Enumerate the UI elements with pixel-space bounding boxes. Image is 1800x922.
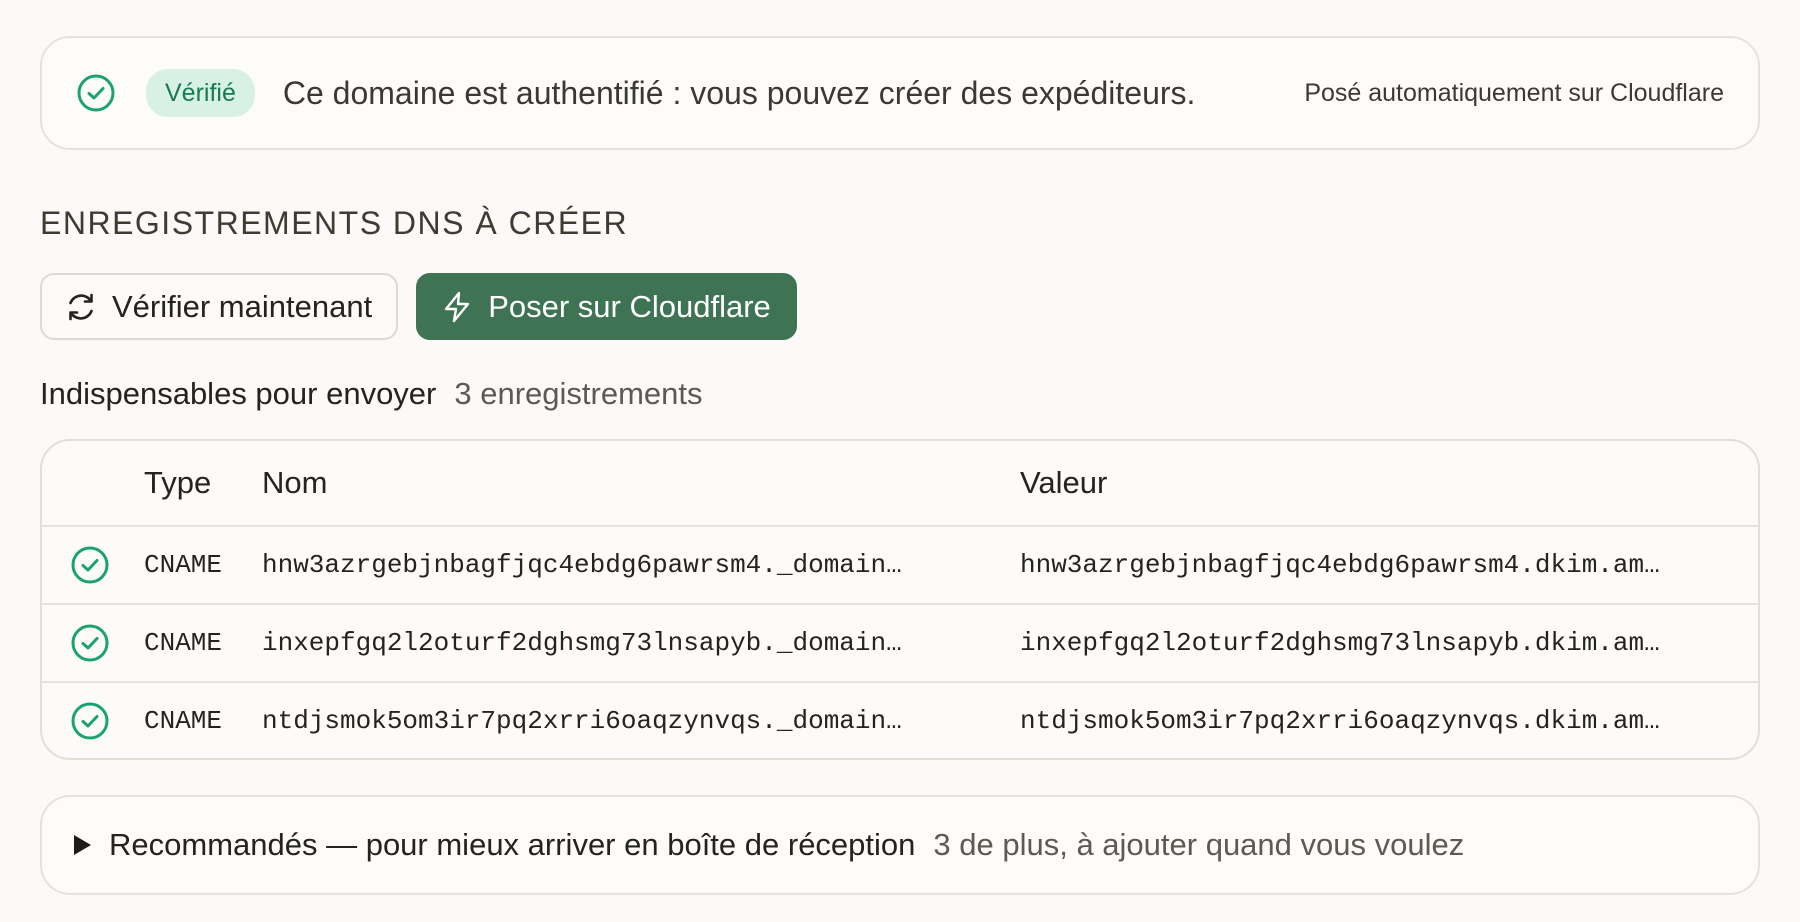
table-row: CNAME hnw3azrgebjnbagfjqc4ebdg6pawrsm4._… [42,525,1758,603]
table-header: Type Nom Valeur [42,441,1758,525]
table-row: CNAME ntdjsmok5om3ir7pq2xrri6oaqzynvqs._… [42,681,1758,758]
check-circle-icon [77,74,115,112]
status-message: Ce domaine est authentifié : vous pouvez… [282,74,1196,111]
group-count: 3 enregistrements [454,376,703,411]
record-name[interactable]: inxepfgq2l2oturf2dghsmg73lnsapyb._domain… [262,628,1020,658]
dns-records-table: Type Nom Valeur CNAME hnw3azrgebjnbagfjq… [40,439,1760,760]
page: Vérifié Ce domaine est authentifié : vou… [0,0,1800,922]
row-status-cell [42,623,144,663]
record-name[interactable]: ntdjsmok5om3ir7pq2xrri6oaqzynvqs._domain… [262,706,1020,736]
check-circle-icon [71,624,109,662]
header-name: Nom [262,465,328,500]
header-value: Valeur [1020,465,1108,500]
status-badge: Vérifié [146,69,255,117]
check-circle-icon [71,546,109,584]
table-row: CNAME inxepfgq2l2oturf2dghsmg73lnsapyb._… [42,603,1758,681]
status-note: Posé automatiquement sur Cloudflare [1304,78,1724,107]
record-value[interactable]: hnw3azrgebjnbagfjqc4ebdg6pawrsm4.dkim.am… [1020,550,1720,580]
record-value[interactable]: inxepfgq2l2oturf2dghsmg73lnsapyb.dkim.am… [1020,628,1720,658]
record-name[interactable]: hnw3azrgebjnbagfjqc4ebdg6pawrsm4._domain… [262,550,1020,580]
group-heading: Indispensables pour envoyer 3 enregistre… [40,376,703,412]
triangle-right-icon [74,835,91,855]
verify-now-label: Vérifier maintenant [112,288,373,324]
action-bar: Vérifier maintenant Poser sur Cloudflare [40,273,797,340]
cloudflare-label: Poser sur Cloudflare [488,288,771,324]
lightning-icon [444,291,470,322]
check-circle-icon [71,702,109,740]
recommended-records-toggle[interactable]: Recommandés — pour mieux arriver en boît… [40,795,1760,895]
record-type: CNAME [144,706,223,736]
recommended-title: Recommandés — pour mieux arriver en boît… [109,827,916,862]
recommended-subtitle: 3 de plus, à ajouter quand vous voulez [933,827,1465,862]
record-type: CNAME [144,550,223,580]
section-title: ENREGISTREMENTS DNS À CRÉER [40,205,629,241]
refresh-icon [69,293,93,320]
header-type: Type [144,465,212,500]
row-status-cell [42,701,144,741]
record-type: CNAME [144,628,223,658]
record-value[interactable]: ntdjsmok5om3ir7pq2xrri6oaqzynvqs.dkim.am… [1020,706,1720,736]
group-label: Indispensables pour envoyer [40,376,437,411]
row-status-cell [42,545,144,585]
status-card: Vérifié Ce domaine est authentifié : vou… [40,36,1760,150]
cloudflare-button[interactable]: Poser sur Cloudflare [416,273,797,340]
verify-now-button[interactable]: Vérifier maintenant [40,273,399,340]
